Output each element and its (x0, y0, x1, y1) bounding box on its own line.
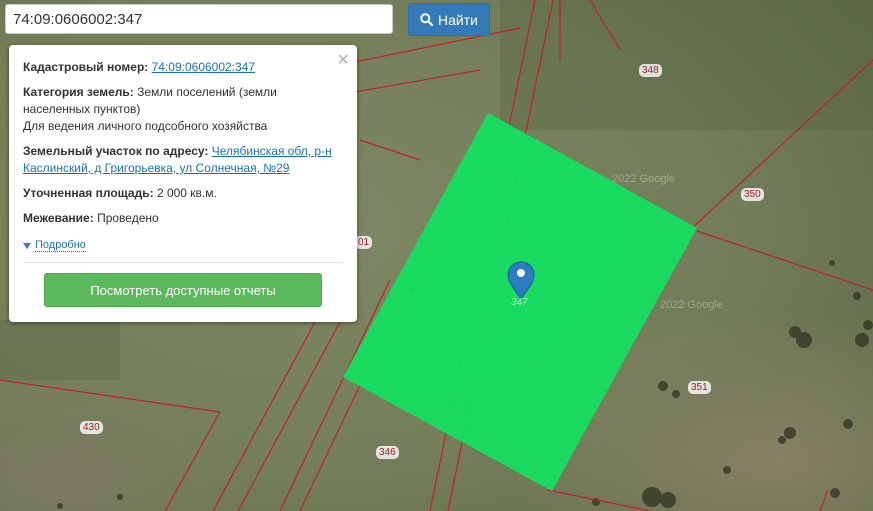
close-icon[interactable]: × (337, 50, 349, 70)
plot-label-348[interactable]: 348 (639, 64, 662, 77)
area-label: Уточненная площадь: (23, 186, 154, 200)
details-link[interactable]: Подробно (35, 239, 86, 252)
map-terrain-patch (500, 0, 873, 130)
search-icon (420, 13, 434, 26)
survey-value: Проведено (97, 211, 159, 225)
view-reports-button[interactable]: Посмотреть доступные отчеты (44, 273, 322, 307)
land-category-row: Категория земель: Земли поселений (земли… (23, 84, 343, 135)
land-category-value-cont: населенных пунктов) (23, 102, 141, 116)
area-value: 2 000 кв.м. (156, 186, 217, 200)
address-link-cont[interactable]: Каслинский, д Григорьевка, ул Солнечная,… (23, 161, 289, 175)
search-button-label: Найти (438, 11, 478, 28)
cadastral-number-label: Кадастровый номер: (23, 60, 149, 74)
popup-divider (23, 262, 343, 263)
plot-label-partial[interactable]: 01 (355, 236, 373, 249)
map-watermark: 2022 Google (660, 299, 723, 311)
parcel-info-popup: × Кадастровый номер: 74:09:0606002:347 К… (9, 45, 357, 322)
address-row: Земельный участок по адресу: Челябинская… (23, 143, 343, 177)
plot-label-346[interactable]: 346 (376, 446, 399, 459)
land-category-value: Земли поселений (земли (137, 85, 277, 99)
land-category-label: Категория земель: (23, 85, 134, 99)
survey-label: Межевание: (23, 211, 94, 225)
map-terrain-patch (0, 320, 120, 380)
area-row: Уточненная площадь: 2 000 кв.м. (23, 185, 343, 202)
land-use-value: Для ведения личного подсобного хозяйства (23, 119, 268, 133)
plot-label-351[interactable]: 351 (688, 381, 711, 394)
plot-label-350[interactable]: 350 (741, 188, 764, 201)
map-watermark: 2022 Google (612, 173, 675, 185)
selected-plot-number: 347 (511, 297, 528, 308)
cadastral-number-row: Кадастровый номер: 74:09:0606002:347 (23, 59, 343, 76)
search-button[interactable]: Найти (408, 3, 490, 36)
address-link[interactable]: Челябинская обл, р-н (212, 144, 332, 158)
address-label: Земельный участок по адресу: (23, 144, 209, 158)
cadastral-search-input[interactable] (5, 4, 393, 34)
cadastral-number-link[interactable]: 74:09:0606002:347 (152, 60, 255, 74)
survey-row: Межевание: Проведено (23, 210, 343, 227)
caret-down-icon (23, 242, 31, 249)
details-toggle[interactable]: Подробно (23, 239, 343, 252)
plot-label-430[interactable]: 430 (80, 421, 103, 434)
